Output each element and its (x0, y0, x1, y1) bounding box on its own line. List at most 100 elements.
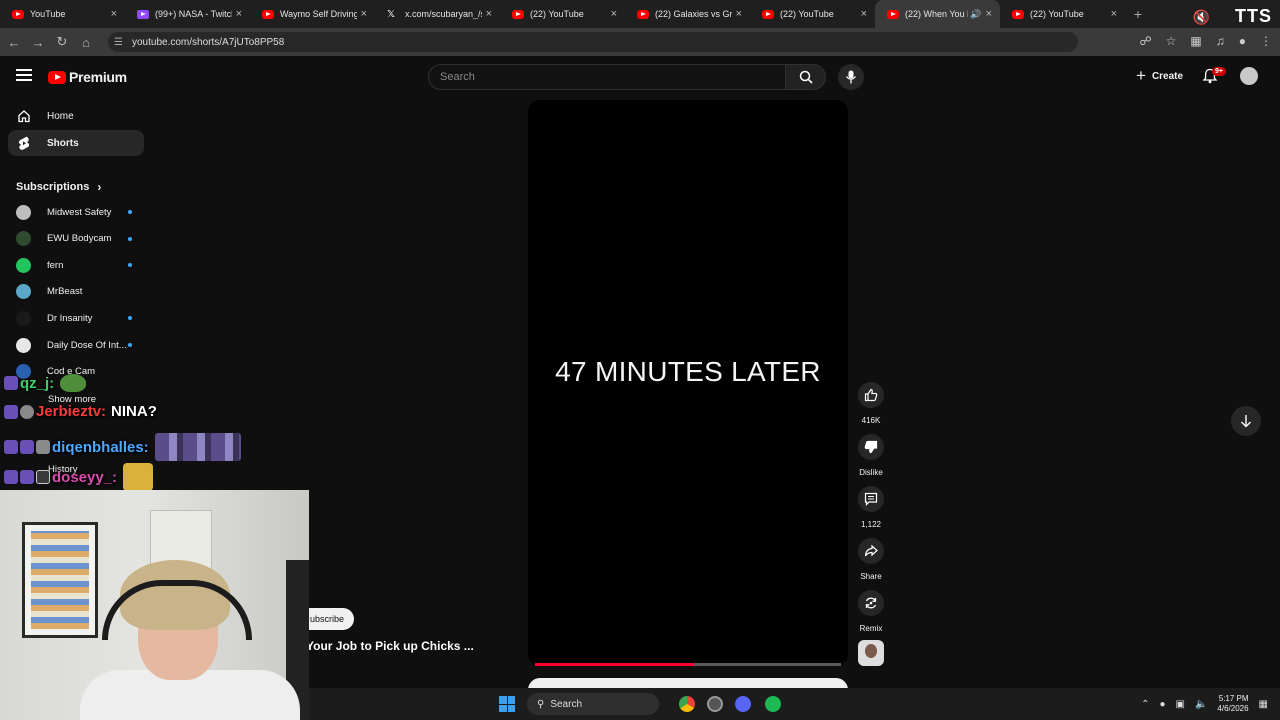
windows-start-icon[interactable] (499, 696, 515, 712)
toolbar-icons: ☍ ☆ ▦ ♫ ● ⋮ (1139, 34, 1272, 48)
streamer (80, 560, 300, 720)
browser-tab[interactable]: (22) Galaxies vs Great × (625, 0, 750, 28)
browser-tab[interactable]: (22) YouTube × (500, 0, 625, 28)
channel-name: MrBeast (47, 286, 83, 298)
shorts-icon (16, 135, 32, 151)
profile-icon[interactable]: ● (1239, 34, 1246, 48)
youtube-favicon-icon (762, 9, 774, 19)
chat-message: Jerbieztv: NINA? (4, 403, 157, 420)
chrome-icon[interactable] (679, 696, 695, 712)
face-emote-icon (123, 463, 154, 491)
close-tab-icon[interactable]: × (611, 8, 617, 20)
new-tab-button[interactable]: + (1125, 0, 1151, 28)
dislike-label: Dislike (859, 468, 883, 477)
reload-icon[interactable]: ↻ (50, 34, 74, 50)
dislike-button[interactable]: Dislike (856, 434, 886, 477)
hamburger-menu-icon[interactable] (16, 69, 32, 81)
spotify-icon[interactable] (765, 696, 781, 712)
sound-thumbnail[interactable] (858, 640, 884, 666)
close-tab-icon[interactable]: × (486, 8, 492, 20)
forward-icon[interactable]: → (26, 35, 50, 50)
close-tab-icon[interactable]: × (986, 8, 992, 20)
notification-icon[interactable]: ▦ (1259, 699, 1268, 710)
shorts-video-player[interactable]: 47 MINUTES LATER (528, 100, 848, 666)
browser-tab[interactable]: (22) YouTube × (750, 0, 875, 28)
chat-badge-icon (4, 440, 18, 454)
home-icon[interactable]: ⌂ (74, 35, 98, 50)
create-button[interactable]: + Create (1126, 65, 1193, 87)
like-button[interactable]: 416K (856, 382, 886, 425)
remix-label: Remix (859, 624, 883, 633)
network-icon[interactable]: ▣ (1176, 699, 1185, 710)
comments-button[interactable]: 1,122 (856, 486, 886, 529)
subscription-item[interactable]: MrBeast (16, 282, 146, 302)
search-placeholder: Search (440, 71, 475, 83)
browser-tab[interactable]: YouTube × (0, 0, 125, 28)
progress-fill (535, 663, 695, 666)
tab-title: (22) YouTube (1030, 9, 1084, 19)
back-icon[interactable]: ← (2, 35, 26, 50)
browser-toolbar: ← → ↻ ⌂ ☰ youtube.com/shorts/A7jUTo8PP58… (0, 28, 1280, 56)
voice-search-button[interactable] (838, 64, 864, 90)
video-progress-bar[interactable] (535, 663, 841, 666)
volume-icon[interactable]: 🔈 (1195, 699, 1207, 710)
close-tab-icon[interactable]: × (736, 8, 742, 20)
channel-avatar (16, 284, 31, 300)
youtube-play-icon (48, 70, 66, 84)
account-avatar[interactable] (1240, 67, 1258, 85)
youtube-logo[interactable]: Premium (48, 69, 127, 85)
taskbar-search[interactable]: ⚲ Search (527, 693, 659, 715)
clock[interactable]: 5:17 PM 4/6/2026 (1217, 694, 1248, 714)
channel-avatar (16, 310, 31, 326)
next-short-button[interactable] (1231, 406, 1261, 436)
subscription-item[interactable]: fern (16, 255, 146, 275)
new-content-dot (128, 236, 132, 241)
subscription-item[interactable]: Midwest Safety (16, 202, 146, 222)
arrow-down-icon (1241, 415, 1251, 428)
sidebar-item-shorts[interactable]: Shorts (8, 130, 144, 156)
kebab-menu-icon[interactable]: ⋮ (1260, 34, 1272, 48)
close-tab-icon[interactable]: × (861, 8, 867, 20)
microphone-icon[interactable]: ● (1159, 699, 1165, 710)
address-bar[interactable]: ☰ youtube.com/shorts/A7jUTo8PP58 (108, 32, 1078, 52)
subscription-item[interactable]: Daily Dose Of Int... (16, 335, 146, 355)
clock-time: 5:17 PM (1218, 694, 1249, 703)
sidebar-item-home[interactable]: Home (8, 103, 144, 129)
close-tab-icon[interactable]: × (111, 8, 117, 20)
search-input[interactable]: Search (428, 64, 786, 90)
tts-overlay-label: TTS (1235, 6, 1272, 26)
chat-message: doseyy_: (4, 463, 154, 491)
discord-icon[interactable] (735, 696, 751, 712)
chat-message: diqenbhalles: (4, 433, 241, 461)
search-button[interactable] (786, 64, 826, 90)
close-tab-icon[interactable]: × (1111, 8, 1117, 20)
thumbs-down-icon (864, 440, 878, 454)
subscription-item[interactable]: Dr Insanity (16, 308, 146, 328)
site-info-icon[interactable]: ☰ (114, 37, 128, 48)
short-title[interactable]: Your Job to Pick up Chicks ... (306, 639, 474, 653)
install-icon[interactable]: ☍ (1139, 34, 1151, 48)
share-button[interactable]: Share (856, 538, 886, 581)
chat-username: doseyy_: (52, 468, 118, 486)
close-tab-icon[interactable]: × (361, 8, 367, 20)
browser-tab[interactable]: Waymo Self Driving c × (250, 0, 375, 28)
tab-audio-icon[interactable]: 🔊 (970, 9, 981, 20)
app-icon[interactable] (707, 696, 723, 712)
browser-tab[interactable]: (22) YouTube × (1000, 0, 1125, 28)
tab-title: (22) When You Li (905, 9, 969, 19)
browser-tab[interactable]: (99+) NASA - Twitch × (125, 0, 250, 28)
browser-tab[interactable]: (22) When You Li 🔊 × (875, 0, 1000, 28)
subscription-item[interactable]: EWU Bodycam (16, 229, 146, 249)
close-tab-icon[interactable]: × (236, 8, 242, 20)
chat-badge-icon (20, 404, 34, 419)
remix-button[interactable]: Remix (856, 590, 886, 633)
chevron-up-icon[interactable]: ⌃ (1141, 699, 1149, 710)
media-icon[interactable]: ♫ (1216, 34, 1225, 48)
tab-title: x.com/scubaryan_/sta (405, 9, 482, 19)
extensions-icon[interactable]: ▦ (1190, 34, 1201, 48)
subscriptions-header[interactable]: Subscriptions › (16, 180, 101, 194)
bookmark-star-icon[interactable]: ☆ (1166, 34, 1177, 48)
youtube-favicon-icon (1012, 9, 1024, 19)
chat-username: qz_j: (20, 374, 55, 392)
browser-tab[interactable]: 𝕏x.com/scubaryan_/sta × (375, 0, 500, 28)
